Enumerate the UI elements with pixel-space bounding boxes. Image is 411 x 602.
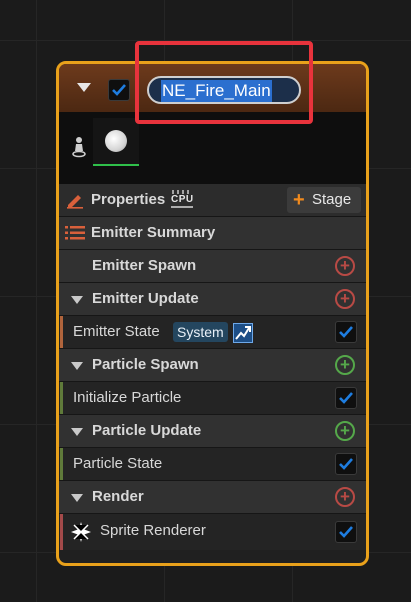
add-module-icon[interactable]: + bbox=[335, 421, 355, 441]
checkmark-icon bbox=[339, 526, 353, 538]
list-icon bbox=[65, 226, 85, 240]
emitter-name-input[interactable]: NE_Fire_Main bbox=[147, 76, 301, 104]
pencil-icon bbox=[67, 195, 83, 209]
initialize-particle-checkbox[interactable] bbox=[335, 387, 357, 409]
collapse-arrow-icon[interactable] bbox=[71, 362, 83, 370]
emitter-state-row[interactable]: Emitter State System bbox=[59, 316, 366, 349]
add-module-icon[interactable]: + bbox=[335, 355, 355, 375]
add-module-icon[interactable]: + bbox=[335, 256, 355, 276]
emitter-spawn-label: Emitter Spawn bbox=[92, 257, 197, 274]
module-color-bar bbox=[60, 514, 63, 550]
system-badge: System bbox=[173, 322, 228, 342]
collapse-arrow-icon[interactable] bbox=[77, 83, 91, 92]
collapse-arrow-icon[interactable] bbox=[71, 296, 83, 304]
checkmark-icon bbox=[339, 458, 353, 470]
sprite-burst-icon bbox=[71, 522, 91, 542]
emitter-spawn-row[interactable]: Emitter Spawn + bbox=[59, 250, 366, 283]
properties-label: Properties bbox=[91, 191, 166, 208]
add-renderer-icon[interactable]: + bbox=[335, 487, 355, 507]
initialize-particle-row[interactable]: Initialize Particle bbox=[59, 382, 366, 415]
collapse-arrow-icon[interactable] bbox=[71, 494, 83, 502]
emitter-summary-row[interactable]: Emitter Summary bbox=[59, 217, 366, 250]
emitter-node[interactable]: NE_Fire_Main Properties CPU + Stage Emit… bbox=[56, 61, 369, 566]
properties-row[interactable]: Properties CPU + Stage bbox=[59, 184, 366, 217]
sprite-preview-icon bbox=[105, 130, 127, 152]
render-label: Render bbox=[92, 488, 144, 505]
particle-update-row[interactable]: Particle Update + bbox=[59, 415, 366, 448]
thumbnail-area bbox=[59, 112, 366, 184]
particle-update-label: Particle Update bbox=[92, 422, 202, 439]
sprite-renderer-checkbox[interactable] bbox=[335, 521, 357, 543]
particle-state-checkbox[interactable] bbox=[335, 453, 357, 475]
emitter-name-text: NE_Fire_Main bbox=[161, 80, 272, 102]
sprite-renderer-label: Sprite Renderer bbox=[100, 522, 206, 539]
module-color-bar bbox=[60, 382, 63, 414]
checkmark-icon bbox=[112, 84, 126, 96]
scalability-mode-icon[interactable] bbox=[233, 323, 253, 343]
add-module-icon[interactable]: + bbox=[335, 289, 355, 309]
particle-spawn-row[interactable]: Particle Spawn + bbox=[59, 349, 366, 382]
particle-spawn-label: Particle Spawn bbox=[92, 356, 199, 373]
stage-label: Stage bbox=[312, 191, 352, 208]
cpu-label: CPU bbox=[171, 194, 194, 205]
emitter-state-checkbox[interactable] bbox=[335, 321, 357, 343]
module-color-bar bbox=[60, 448, 63, 480]
emitter-thumbnail[interactable] bbox=[93, 118, 139, 166]
scalability-icon[interactable] bbox=[72, 136, 86, 158]
emitter-update-row[interactable]: Emitter Update + bbox=[59, 283, 366, 316]
sprite-renderer-row[interactable]: Sprite Renderer bbox=[59, 514, 366, 550]
particle-state-label: Particle State bbox=[73, 455, 163, 472]
module-color-bar bbox=[60, 316, 63, 348]
plus-icon: + bbox=[293, 189, 305, 211]
particle-state-row[interactable]: Particle State bbox=[59, 448, 366, 481]
emitter-header: NE_Fire_Main bbox=[59, 64, 366, 112]
emitter-enabled-checkbox[interactable] bbox=[108, 79, 130, 101]
cpu-icon: CPU bbox=[169, 190, 195, 214]
emitter-update-label: Emitter Update bbox=[92, 290, 199, 307]
emitter-state-label: Emitter State bbox=[73, 323, 160, 340]
add-stage-button[interactable]: + Stage bbox=[287, 187, 361, 213]
checkmark-icon bbox=[339, 326, 353, 338]
emitter-summary-label: Emitter Summary bbox=[91, 224, 216, 241]
checkmark-icon bbox=[339, 392, 353, 404]
render-row[interactable]: Render + bbox=[59, 481, 366, 514]
initialize-particle-label: Initialize Particle bbox=[73, 389, 182, 406]
collapse-arrow-icon[interactable] bbox=[71, 428, 83, 436]
